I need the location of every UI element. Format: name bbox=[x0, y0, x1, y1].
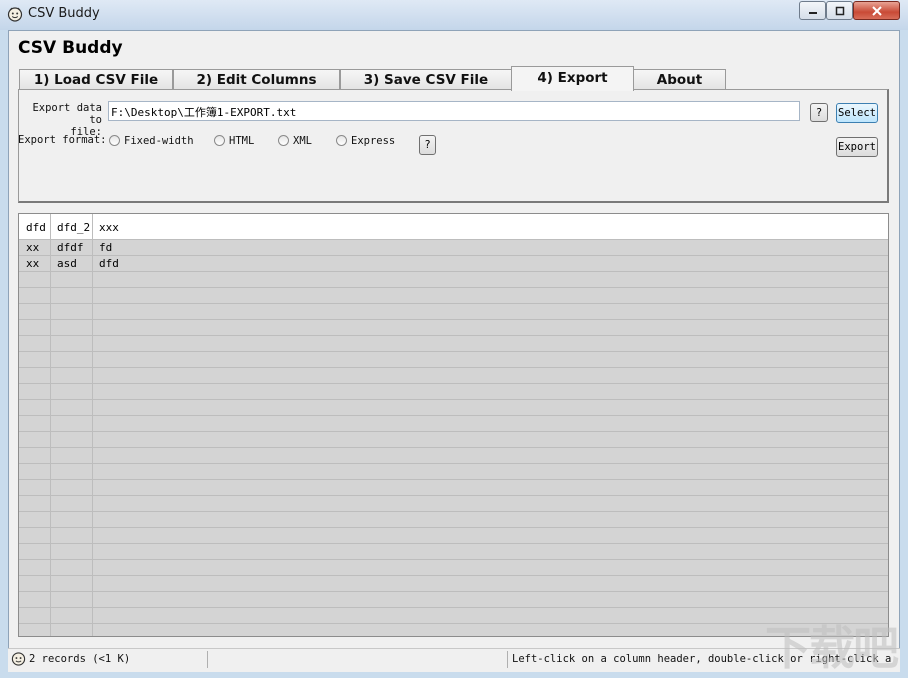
row-divider bbox=[19, 255, 888, 256]
row-divider bbox=[19, 447, 888, 448]
tab-edit-columns[interactable]: 2) Edit Columns bbox=[173, 69, 340, 89]
row-divider bbox=[19, 415, 888, 416]
status-separator bbox=[507, 651, 508, 668]
column-divider bbox=[50, 214, 51, 636]
row-divider bbox=[19, 287, 888, 288]
row-divider bbox=[19, 607, 888, 608]
radio-xml[interactable] bbox=[278, 135, 289, 146]
csv-buddy-status-icon bbox=[11, 652, 26, 666]
select-button[interactable]: Select bbox=[836, 103, 878, 123]
column-header-xxx[interactable]: xxx bbox=[99, 221, 119, 234]
row-divider bbox=[19, 431, 888, 432]
row-divider bbox=[19, 591, 888, 592]
csv-buddy-app-icon bbox=[7, 7, 23, 22]
minimize-button[interactable] bbox=[799, 1, 826, 20]
radio-html-label[interactable]: HTML bbox=[229, 135, 254, 147]
tab-about[interactable]: About bbox=[633, 69, 726, 89]
row-divider bbox=[19, 511, 888, 512]
table-cell[interactable]: xx bbox=[26, 257, 39, 270]
maximize-button[interactable] bbox=[826, 1, 853, 20]
row-divider bbox=[19, 303, 888, 304]
export-file-path-input[interactable]: F:\Desktop\工作簿1-EXPORT.txt bbox=[108, 101, 800, 121]
format-help-button[interactable]: ? bbox=[419, 135, 436, 155]
row-divider bbox=[19, 559, 888, 560]
status-records: 2 records (<1 K) bbox=[29, 653, 131, 665]
row-divider bbox=[19, 383, 888, 384]
column-header-dfd[interactable]: dfd bbox=[26, 221, 46, 234]
window-title: CSV Buddy bbox=[28, 6, 100, 21]
radio-html[interactable] bbox=[214, 135, 225, 146]
status-separator bbox=[207, 651, 208, 668]
table-cell[interactable]: fd bbox=[99, 241, 112, 254]
export-button[interactable]: Export bbox=[836, 137, 878, 157]
radio-xml-label[interactable]: XML bbox=[293, 135, 312, 147]
row-divider bbox=[19, 463, 888, 464]
row-divider bbox=[19, 367, 888, 368]
column-divider bbox=[92, 214, 93, 636]
export-format-label: Export format: bbox=[18, 134, 107, 146]
column-header-dfd-2[interactable]: dfd_2 bbox=[57, 221, 90, 234]
grid-header bbox=[19, 214, 888, 240]
row-divider bbox=[19, 495, 888, 496]
row-divider bbox=[19, 271, 888, 272]
row-divider bbox=[19, 351, 888, 352]
radio-express-label[interactable]: Express bbox=[351, 135, 395, 147]
export-file-label-line1: Export data to bbox=[32, 102, 102, 126]
data-grid[interactable]: dfd dfd_2 xxx xx dfdf fd xx asd dfd bbox=[18, 213, 889, 637]
table-cell[interactable]: dfd bbox=[99, 257, 119, 270]
export-file-label: Export data to file: bbox=[18, 102, 102, 138]
minimize-icon bbox=[808, 11, 817, 14]
title-bar[interactable] bbox=[0, 0, 908, 30]
row-divider bbox=[19, 399, 888, 400]
row-divider bbox=[19, 319, 888, 320]
table-cell[interactable]: dfdf bbox=[57, 241, 84, 254]
row-divider bbox=[19, 527, 888, 528]
tab-export[interactable]: 4) Export bbox=[511, 66, 634, 91]
watermark-logo: 下载吧 bbox=[765, 621, 899, 675]
row-divider bbox=[19, 575, 888, 576]
radio-fixed-width-label[interactable]: Fixed-width bbox=[124, 135, 194, 147]
table-cell[interactable]: xx bbox=[26, 241, 39, 254]
file-help-button[interactable]: ? bbox=[810, 103, 828, 122]
tab-load-csv-file[interactable]: 1) Load CSV File bbox=[19, 69, 173, 89]
app-heading: CSV Buddy bbox=[18, 38, 123, 58]
row-divider bbox=[19, 479, 888, 480]
row-divider bbox=[19, 543, 888, 544]
row-divider bbox=[19, 335, 888, 336]
radio-fixed-width[interactable] bbox=[109, 135, 120, 146]
radio-express[interactable] bbox=[336, 135, 347, 146]
close-button[interactable] bbox=[853, 1, 900, 20]
close-icon bbox=[871, 5, 882, 16]
table-cell[interactable]: asd bbox=[57, 257, 77, 270]
row-divider bbox=[19, 239, 888, 240]
maximize-icon bbox=[835, 6, 844, 15]
row-divider bbox=[19, 623, 888, 624]
tab-save-csv-file[interactable]: 3) Save CSV File bbox=[340, 69, 512, 89]
